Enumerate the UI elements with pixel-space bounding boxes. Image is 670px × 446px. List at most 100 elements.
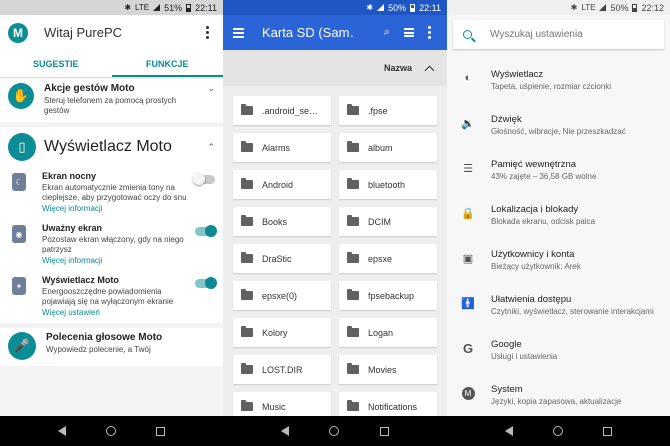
feature-title: Wyświetlacz Moto [42, 275, 119, 285]
folder-name: Notifications [368, 401, 418, 412]
settings-item-google[interactable]: G Google Usługi i ustawienia [447, 330, 670, 375]
folder-name: DraStic [262, 253, 292, 264]
menu-icon[interactable] [233, 27, 244, 38]
tab-sugestie[interactable]: SUGESTIE [0, 50, 112, 77]
settings-item-title: Dźwięk [491, 114, 522, 125]
status-bar: ✱ 50% 22:11 [223, 0, 447, 15]
home-icon[interactable] [329, 426, 340, 436]
tab-funkcje[interactable]: FUNKCJE [111, 50, 224, 77]
folder-icon [347, 141, 359, 152]
settings-item-system[interactable]: M System Języki, kopia zapasowa, aktualiz… [447, 375, 670, 416]
home-icon[interactable] [553, 426, 563, 436]
folder-item[interactable]: fpsebackup [339, 281, 437, 310]
feature-description: Energooszczędne powiadomienia pojawiają … [42, 287, 174, 306]
settings-item-subtitle: Tapeta, uśpienie, rozmiar czcionki [491, 82, 612, 91]
folder-icon [241, 252, 253, 263]
settings-item-users[interactable]: ▣ Użytkownicy i konta Bieżący użytkownik:… [447, 240, 670, 285]
sort-by-name-button[interactable]: Nazwa [384, 63, 412, 73]
folder-name: .android_se… [262, 105, 319, 116]
lock-icon: 🔒 [461, 207, 475, 220]
more-options-icon[interactable] [428, 26, 431, 39]
folder-item[interactable]: album [339, 133, 437, 162]
volume-icon: 🔈 [461, 117, 475, 130]
folder-item[interactable]: epsxe [339, 244, 437, 273]
more-info-link[interactable]: Więcej informacji [42, 256, 195, 265]
folder-item[interactable]: .fpse [339, 96, 437, 125]
chevron-up-icon[interactable]: ⌃ [207, 142, 215, 153]
settings-item-storage[interactable]: ☰ Pamięć wewnętrzna 43% zajęte – 36,58 GB… [447, 150, 670, 195]
settings-item-subtitle: Czytniki, wyświetlacz, sterowanie intera… [491, 307, 654, 316]
sparkle-icon: ✦ [12, 277, 26, 295]
settings-item-security[interactable]: 🔒 Lokalizacja i blokady Blokada ekranu, o… [447, 195, 670, 240]
card-description: Wypowiedz polecenie, a Twój [46, 345, 151, 354]
battery-percent: 50% [388, 2, 407, 13]
folder-icon [347, 326, 359, 337]
folder-item[interactable]: Kolory [233, 318, 331, 347]
folder-item[interactable]: DraStic [233, 244, 331, 273]
search-icon [463, 30, 472, 39]
sort-ascending-icon[interactable] [424, 65, 435, 75]
folder-item[interactable]: LOST.DIR [233, 355, 331, 384]
folder-item[interactable]: DCIM [339, 207, 437, 236]
folder-icon [241, 289, 253, 300]
card-description: Steruj telefonem za pomocą prostych gest… [44, 96, 177, 115]
folder-name: LOST.DIR [262, 364, 303, 375]
chevron-down-icon[interactable]: ⌄ [207, 83, 215, 116]
folder-item[interactable]: Alarms [233, 133, 331, 162]
back-icon[interactable] [281, 426, 290, 436]
folder-item[interactable]: Logan [339, 318, 437, 347]
search-icon[interactable]: ⌕ [384, 26, 390, 39]
bluetooth-icon: ✱ [124, 3, 132, 12]
night-screen-toggle[interactable] [193, 173, 215, 185]
back-icon[interactable] [58, 426, 66, 436]
settings-search-input[interactable]: Wyszukaj ustawienia [453, 20, 664, 49]
folder-name: Logan [368, 327, 394, 338]
settings-item-title: System [491, 384, 523, 395]
recents-icon[interactable] [603, 426, 612, 436]
folder-name: Android [262, 179, 294, 190]
settings-item-accessibility[interactable]: 🚹 Ułatwienia dostępu Czytniki, wyświetlac… [447, 285, 670, 330]
back-icon[interactable] [505, 426, 513, 436]
moto-display-toggle[interactable] [195, 277, 217, 289]
folder-icon [241, 326, 253, 337]
page-title: Witaj PurePC [44, 25, 123, 40]
folder-name: Movies [368, 364, 397, 375]
google-icon: G [462, 340, 474, 356]
feature-description: Ekran automatycznie zmienia tony na ciep… [42, 183, 187, 202]
attentive-display-toggle[interactable] [195, 225, 217, 237]
lte-icon: LTE [581, 3, 596, 12]
folder-item[interactable]: Android [233, 170, 331, 199]
folder-icon [347, 104, 359, 115]
home-icon[interactable] [106, 426, 116, 436]
folder-name: epsxe [368, 253, 393, 264]
recents-icon[interactable] [156, 426, 165, 436]
folder-name: album [368, 142, 393, 153]
folder-name: fpsebackup [368, 290, 415, 301]
account-icon: ▣ [462, 252, 474, 265]
gesture-actions-card[interactable]: ✋ Akcje gestów Moto Steruj telefonem za … [0, 79, 223, 122]
folder-icon [347, 215, 359, 226]
phone-display-icon: ▯ [8, 133, 36, 161]
settings-item-title: Wyświetlacz [491, 69, 544, 80]
folder-item[interactable]: bluetooth [339, 170, 437, 199]
folder-item[interactable]: .android_se… [233, 96, 331, 125]
more-options-icon[interactable] [206, 26, 209, 39]
folder-icon [347, 289, 359, 300]
folder-item[interactable]: Books [233, 207, 331, 236]
more-settings-link[interactable]: Więcej ustawień [42, 308, 195, 317]
search-placeholder: Wyszukaj ustawienia [490, 29, 583, 40]
more-info-link[interactable]: Więcej informacji [42, 204, 195, 213]
folder-item[interactable]: Movies [339, 355, 437, 384]
settings-item-title: Pamięć wewnętrzna [491, 159, 577, 170]
feature-moto-display: ✦ Wyświetlacz Moto Energooszczędne powia… [0, 271, 223, 323]
voice-commands-card[interactable]: 🎤 Polecenia głosowe Moto Wypowiedz polec… [0, 328, 223, 366]
settings-item-sound[interactable]: 🔈 Dźwięk Głośność, wibracje, Nie przeszka… [447, 105, 670, 150]
app-header: M Witaj PurePC [0, 15, 223, 50]
settings-item-display[interactable]: ◐ Wyświetlacz Tapeta, uśpienie, rozmiar c… [447, 60, 670, 105]
list-view-icon[interactable] [404, 28, 414, 37]
folder-item[interactable]: epsxe(0) [233, 281, 331, 310]
folder-icon [241, 215, 253, 226]
settings-item-subtitle: Języki, kopia zapasowa, aktualizacje [491, 397, 622, 406]
recents-icon[interactable] [379, 426, 389, 436]
brightness-icon: ◐ [464, 72, 472, 84]
